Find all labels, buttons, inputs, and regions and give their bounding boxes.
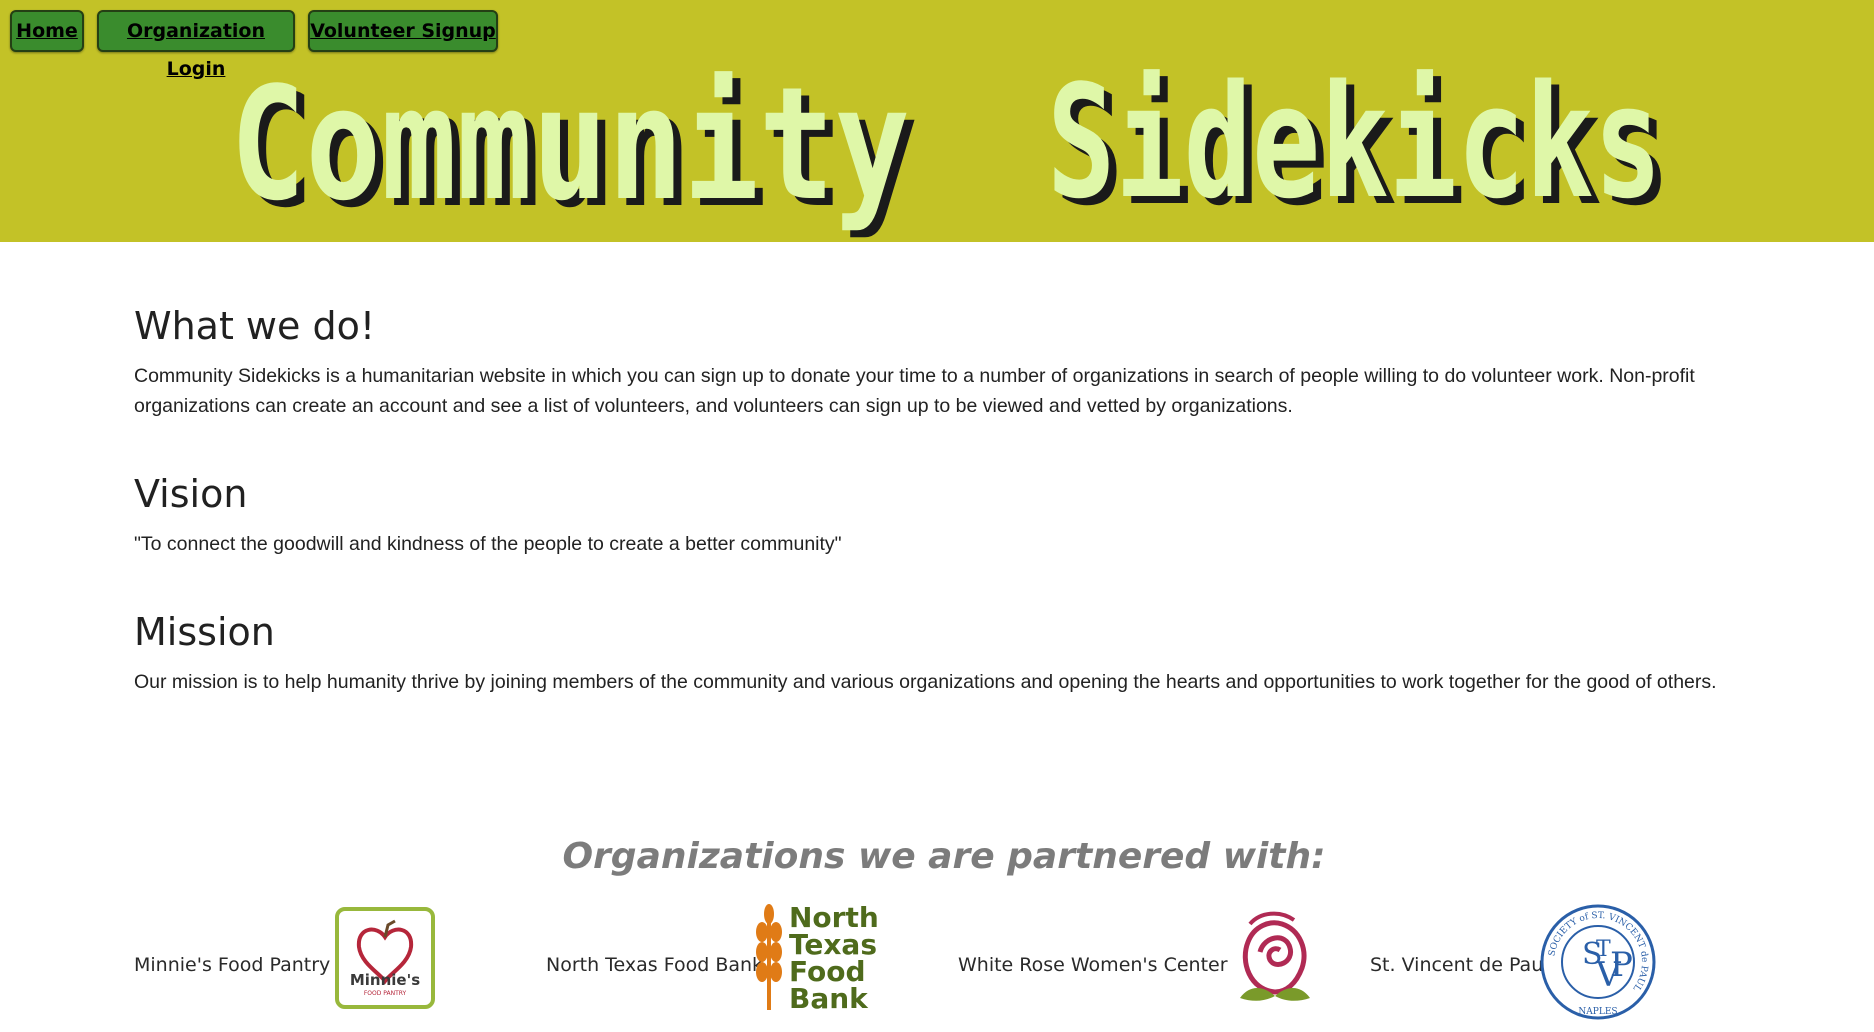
partner-name: St. Vincent de Paul	[1370, 954, 1549, 976]
volunteer-signup-button[interactable]: Volunteer Signup	[308, 10, 498, 52]
vision-text: "To connect the goodwill and kindness of…	[134, 533, 842, 555]
partner-name: Minnie's Food Pantry	[134, 954, 331, 976]
partners-heading: Organizations we are partnered with:	[562, 836, 1326, 877]
logo-text: Minnie's	[350, 971, 420, 989]
partner-st-vincent-de-paul: St. Vincent de Paul SOCIETY of ST. VINCE…	[1370, 902, 1754, 1032]
logo-line4: Bank	[789, 982, 869, 1012]
partner-minnies-food-pantry: Minnie's Food Pantry Minnie's FOOD PANTR…	[134, 902, 534, 1032]
partner-name: White Rose Women's Center	[958, 954, 1228, 976]
partner-north-texas-food-bank: North Texas Food Bank North Texas Food B…	[546, 902, 946, 1032]
minnies-apple-heart-logo-icon[interactable]: Minnie's FOOD PANTRY	[335, 907, 435, 1009]
what-we-do-heading: What we do!	[134, 304, 376, 348]
mission-text: Our mission is to help humanity thrive b…	[134, 671, 1717, 693]
logo-bottom-text: NAPLES	[1578, 1007, 1617, 1017]
wheat-logo-icon[interactable]: North Texas Food Bank	[753, 902, 883, 1012]
hero-banner: Community Sidekicks Community Sidekicks …	[0, 0, 1874, 242]
partner-white-rose-womens-center: White Rose Women's Center	[958, 902, 1358, 1032]
svg-text:P: P	[1610, 945, 1633, 985]
partner-name: North Texas Food Bank	[546, 954, 764, 976]
rose-logo-icon[interactable]	[1220, 902, 1330, 1012]
brand-title-word2: Sidekicks	[1047, 51, 1662, 233]
brand-title-word1: Community	[230, 53, 910, 235]
home-button[interactable]: Home	[10, 10, 84, 52]
svdp-seal-logo-icon[interactable]: SOCIETY of ST. VINCENT de PAUL NAPLES S …	[1538, 902, 1658, 1022]
what-we-do-text: Community Sidekicks is a humanitarian we…	[134, 365, 1695, 417]
organization-login-button[interactable]: Organization Login	[97, 10, 295, 80]
mission-heading: Mission	[134, 610, 275, 654]
vision-heading: Vision	[134, 472, 248, 516]
logo-subtext: FOOD PANTRY	[364, 990, 407, 997]
